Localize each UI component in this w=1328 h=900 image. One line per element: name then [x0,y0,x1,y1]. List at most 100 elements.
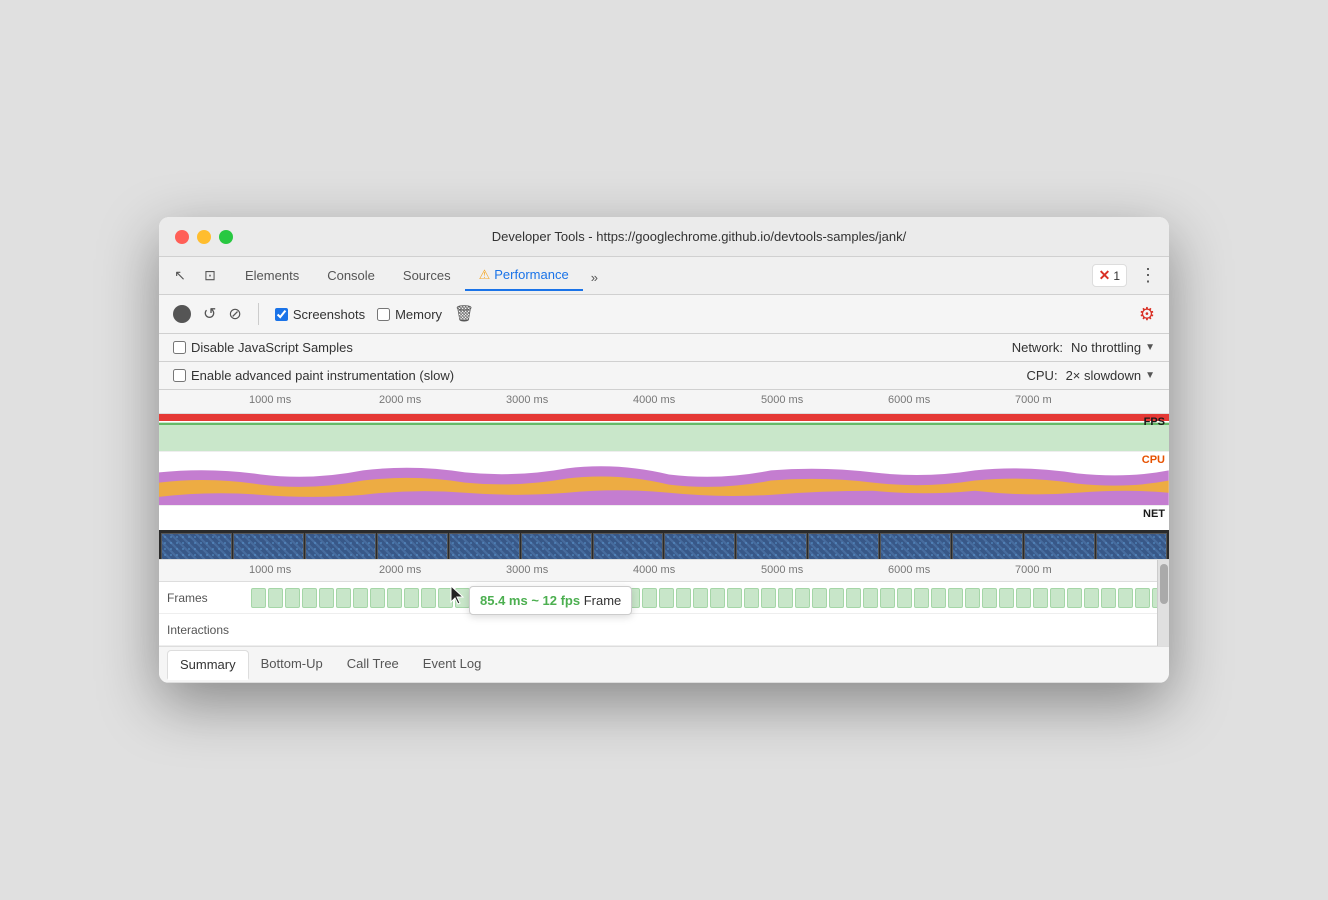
screenshot-thumb[interactable] [664,533,735,561]
tab-elements[interactable]: Elements [231,262,313,291]
frame-block[interactable] [982,588,997,608]
frame-block[interactable] [1067,588,1082,608]
frame-block[interactable] [676,588,691,608]
screenshot-thumb[interactable] [377,533,448,561]
scrollbar-thumb[interactable] [1160,564,1168,604]
minimize-button[interactable] [197,230,211,244]
frame-block[interactable] [659,588,674,608]
frame-block[interactable] [302,588,317,608]
frame-block[interactable] [693,588,708,608]
screenshots-checkbox-label[interactable]: Screenshots [275,307,365,322]
frame-block[interactable] [897,588,912,608]
tab-call-tree[interactable]: Call Tree [335,650,411,679]
tab-sources[interactable]: Sources [389,262,465,291]
frame-block[interactable] [1084,588,1099,608]
frame-block[interactable] [336,588,351,608]
memory-checkbox[interactable] [377,308,390,321]
frame-block[interactable] [251,588,266,608]
frame-block[interactable] [999,588,1014,608]
network-select[interactable]: No throttling ▼ [1071,340,1155,355]
frame-block[interactable] [1016,588,1031,608]
maximize-button[interactable] [219,230,233,244]
cpu-select[interactable]: 2× slowdown ▼ [1066,368,1155,383]
tooltip-frame-text: Frame [584,593,622,608]
frame-block[interactable] [727,588,742,608]
frame-block[interactable] [404,588,419,608]
frame-block[interactable] [370,588,385,608]
tab-event-log[interactable]: Event Log [411,650,494,679]
screenshot-thumb[interactable] [593,533,664,561]
timeline-scrollbar[interactable] [1157,560,1169,646]
record-button[interactable] [173,305,191,323]
screenshot-thumb[interactable] [305,533,376,561]
enable-paint-checkbox[interactable] [173,369,186,382]
frame-block[interactable] [319,588,334,608]
enable-paint-label[interactable]: Enable advanced paint instrumentation (s… [173,368,454,383]
tab-console[interactable]: Console [313,262,389,291]
frame-block[interactable] [965,588,980,608]
screenshot-thumb[interactable] [161,533,232,561]
frame-block[interactable] [948,588,963,608]
frame-block[interactable] [455,588,470,608]
toolbar-right: ⚙ [1139,304,1155,325]
screenshot-thumb[interactable] [736,533,807,561]
tab-performance[interactable]: ⚠Performance [465,261,583,291]
detail-tick-5000: 5000 ms [761,564,803,576]
frame-block[interactable] [744,588,759,608]
frame-block[interactable] [268,588,283,608]
tick-5000: 5000 ms [761,394,803,406]
frame-block[interactable] [421,588,436,608]
warning-icon: ⚠ [479,267,491,282]
frame-block[interactable] [438,588,453,608]
frame-block[interactable] [1033,588,1048,608]
dock-icon[interactable]: ⊡ [197,263,223,289]
frame-block[interactable] [642,588,657,608]
frame-block[interactable] [387,588,402,608]
frame-block[interactable] [778,588,793,608]
menu-dots[interactable]: ⋮ [1135,265,1161,286]
tab-summary[interactable]: Summary [167,650,249,680]
reload-button[interactable]: ↺ [203,304,216,324]
frame-block[interactable] [795,588,810,608]
error-badge[interactable]: ✕ 1 [1092,264,1127,287]
frame-block[interactable] [761,588,776,608]
frame-block[interactable] [863,588,878,608]
clear-button[interactable]: ⊘ [228,304,241,324]
screenshot-thumb[interactable] [449,533,520,561]
frame-block[interactable] [285,588,300,608]
close-button[interactable] [175,230,189,244]
screenshot-thumb[interactable] [521,533,592,561]
tab-bottom-up[interactable]: Bottom-Up [249,650,335,679]
detail-panel: 1000 ms 2000 ms 3000 ms 4000 ms 5000 ms … [159,560,1169,647]
cpu-chart-svg [159,452,1169,506]
frame-block[interactable] [1118,588,1133,608]
memory-checkbox-label[interactable]: Memory [377,307,442,322]
frame-block[interactable] [1101,588,1116,608]
cursor-icon[interactable]: ↖ [167,263,193,289]
detail-tick-2000: 2000 ms [379,564,421,576]
screenshot-thumb[interactable] [1024,533,1095,561]
tab-bar: ↖ ⊡ Elements Console Sources ⚠Performanc… [159,257,1169,295]
frame-block[interactable] [931,588,946,608]
frame-block[interactable] [1135,588,1150,608]
frame-block[interactable] [914,588,929,608]
screenshot-thumb[interactable] [808,533,879,561]
tab-more[interactable]: » [583,264,606,291]
disable-js-samples-checkbox[interactable] [173,341,186,354]
screenshot-thumb[interactable] [1096,533,1167,561]
frame-block[interactable] [880,588,895,608]
delete-button[interactable]: 🗑 [454,304,474,324]
screenshots-checkbox[interactable] [275,308,288,321]
screenshot-thumb[interactable] [952,533,1023,561]
settings-button[interactable]: ⚙ [1139,304,1155,325]
interactions-row: Interactions [159,614,1169,646]
frame-block[interactable] [1050,588,1065,608]
frame-block[interactable] [812,588,827,608]
screenshot-thumb[interactable] [233,533,304,561]
frame-block[interactable] [353,588,368,608]
frame-block[interactable] [829,588,844,608]
frame-block[interactable] [710,588,725,608]
disable-js-samples-label[interactable]: Disable JavaScript Samples [173,340,353,355]
frame-block[interactable] [846,588,861,608]
screenshot-thumb[interactable] [880,533,951,561]
